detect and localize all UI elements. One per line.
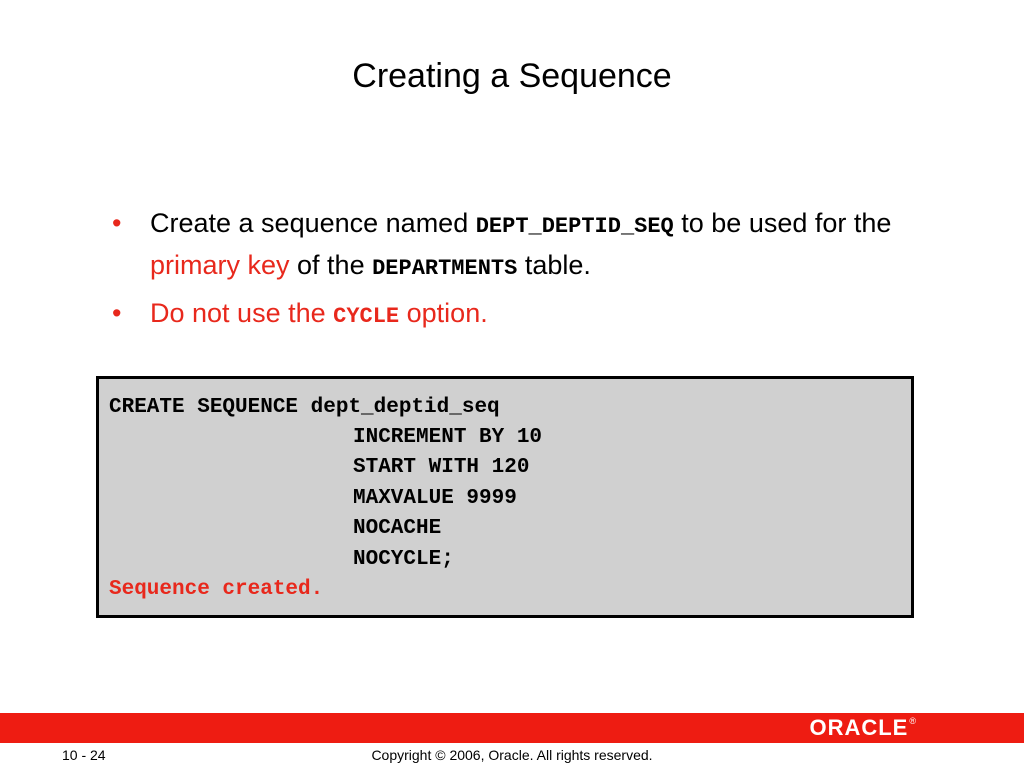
bullet-text: of the <box>289 250 373 280</box>
code-term-departments: DEPARTMENTS <box>372 256 518 281</box>
bullet-list: • Create a sequence named DEPT_DEPTID_SE… <box>112 204 932 342</box>
bullet-marker: • <box>112 208 122 238</box>
bullet-text: Do not use the <box>150 298 334 328</box>
bullet-text: Create a sequence named <box>150 208 476 238</box>
code-line-create-sequence: CREATE SEQUENCE dept_deptid_seq <box>109 396 500 419</box>
bullet-marker: • <box>112 298 122 328</box>
code-line-nocache: NOCACHE <box>353 517 442 540</box>
code-line-maxvalue: MAXVALUE 9999 <box>353 487 517 510</box>
bullet-text: to be used for the <box>673 208 892 238</box>
oracle-logo: ORACLE ® <box>809 716 916 740</box>
code-term-dept-deptid-seq: DEPT_DEPTID_SEQ <box>475 214 674 239</box>
highlight-primary-key: primary key <box>150 250 290 280</box>
code-line-increment-by: INCREMENT BY 10 <box>353 426 543 449</box>
footer-bar: ORACLE ® <box>0 713 1024 743</box>
bullet-text: table. <box>517 250 591 280</box>
code-line-nocycle: NOCYCLE; <box>353 548 454 571</box>
oracle-logo-text: ORACLE <box>809 715 909 740</box>
bullet-item-no-cycle: • Do not use the CYCLE option. <box>112 294 932 336</box>
registered-mark: ® <box>909 716 916 726</box>
code-example-box: CREATE SEQUENCE dept_deptid_seq INCREMEN… <box>96 376 914 618</box>
code-line-start-with: START WITH 120 <box>353 456 530 479</box>
bullet-text: option. <box>399 298 488 328</box>
code-result-message: Sequence created. <box>109 578 324 601</box>
copyright-notice: Copyright © 2006, Oracle. All rights res… <box>371 747 653 763</box>
bullet-item-create-sequence: • Create a sequence named DEPT_DEPTID_SE… <box>112 204 932 288</box>
code-term-cycle: CYCLE <box>333 304 400 329</box>
slide-title: Creating a Sequence <box>352 57 672 95</box>
